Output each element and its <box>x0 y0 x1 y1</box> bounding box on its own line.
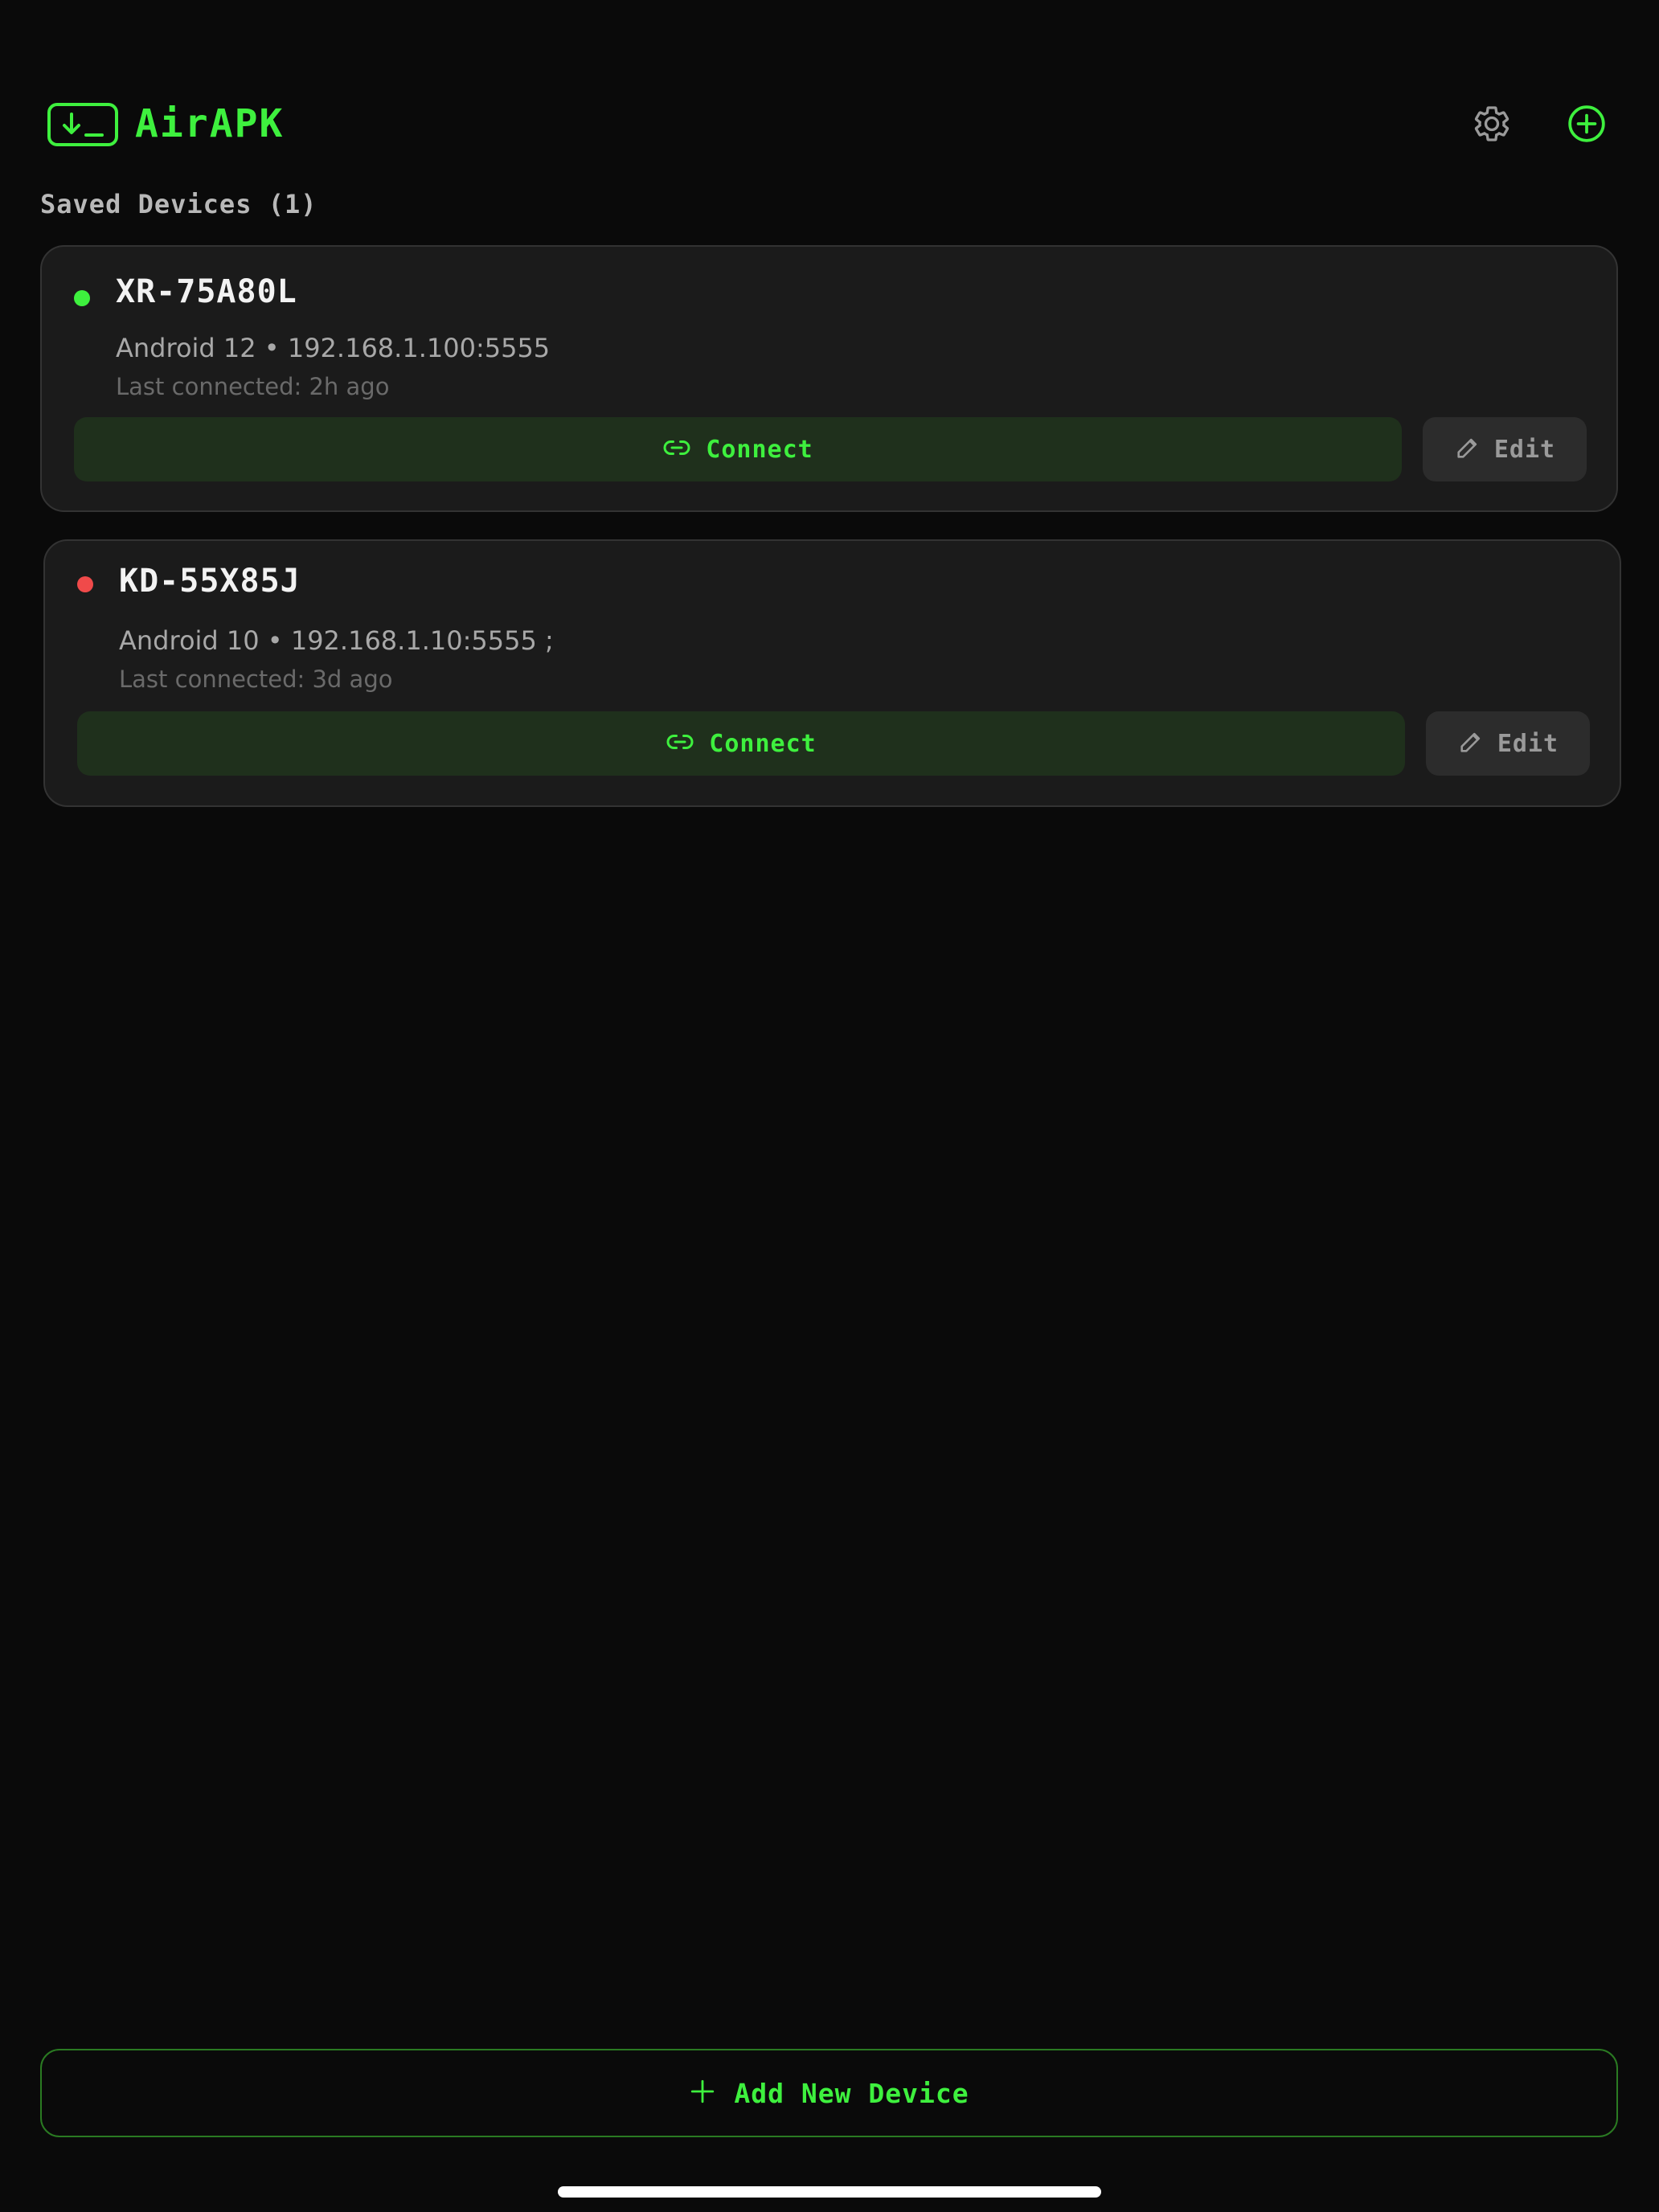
device-last-connected: Last connected: 3d ago <box>119 666 393 693</box>
app-header: AirAPK <box>40 95 1619 156</box>
device-name: XR-75A80L <box>116 273 297 310</box>
device-name: KD-55X85J <box>119 563 301 600</box>
device-info: Android 10 • 192.168.1.10:5555 ; <box>119 625 554 656</box>
device-info: Android 12 • 192.168.1.100:5555 <box>116 333 551 363</box>
link-icon <box>662 433 691 465</box>
edit-label: Edit <box>1493 435 1556 464</box>
pencil-icon <box>1454 434 1481 465</box>
connect-button[interactable]: Connect <box>74 417 1402 481</box>
device-last-connected: Last connected: 2h ago <box>116 373 390 400</box>
edit-label: Edit <box>1497 729 1559 758</box>
connect-button[interactable]: Connect <box>77 711 1405 776</box>
add-new-device-label: Add New Device <box>734 2077 969 2109</box>
gear-icon <box>1472 104 1512 147</box>
terminal-download-icon <box>47 103 118 146</box>
home-indicator <box>558 2186 1101 2198</box>
connect-label: Connect <box>709 729 817 758</box>
edit-button[interactable]: Edit <box>1423 417 1587 481</box>
connect-label: Connect <box>706 435 813 464</box>
app-title: AirAPK <box>135 101 285 146</box>
saved-devices-heading: Saved Devices (1) <box>40 189 317 219</box>
add-device-header-button[interactable] <box>1563 101 1611 150</box>
pencil-icon <box>1457 728 1485 759</box>
device-card: KD-55X85J Android 10 • 192.168.1.10:5555… <box>43 539 1621 807</box>
add-new-device-button[interactable]: Add New Device <box>40 2049 1618 2137</box>
status-indicator-online <box>74 290 90 306</box>
plus-circle-icon <box>1567 104 1607 147</box>
settings-button[interactable] <box>1468 101 1516 150</box>
link-icon <box>666 727 694 760</box>
status-indicator-offline <box>77 576 93 592</box>
edit-button[interactable]: Edit <box>1426 711 1590 776</box>
device-card: XR-75A80L Android 12 • 192.168.1.100:555… <box>40 245 1618 512</box>
plus-icon <box>689 2078 716 2108</box>
